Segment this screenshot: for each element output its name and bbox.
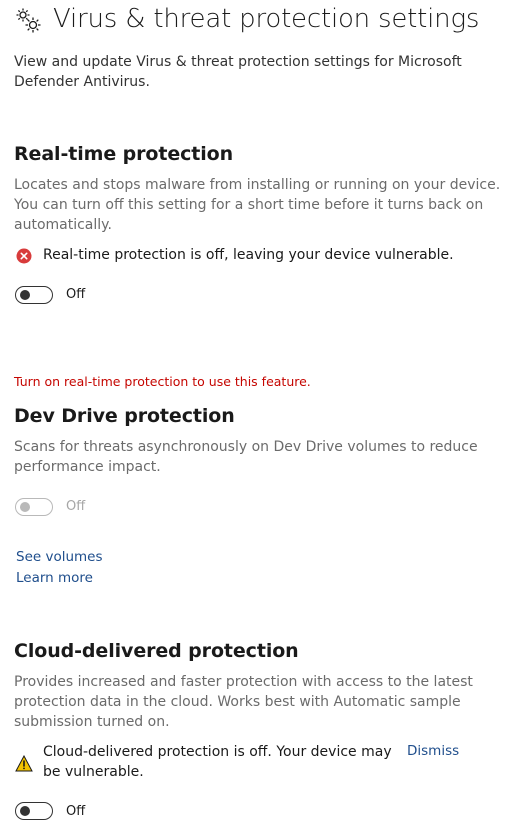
page-description: View and update Virus & threat protectio… [14, 54, 462, 90]
dismiss-button[interactable]: Dismiss [407, 743, 459, 759]
cloud-delivered-protection-description: Provides increased and faster protection… [14, 674, 473, 730]
toggle-knob [20, 806, 30, 816]
cloud-delivered-protection-toggle-label: Off [66, 804, 86, 819]
section-title-dev-drive-protection: Dev Drive protection [14, 405, 235, 427]
dev-drive-protection-description: Scans for threats asynchronously on Dev … [14, 439, 478, 475]
page-title: Virus & threat protection settings [53, 4, 480, 34]
cloud-delivered-protection-status: Cloud-delivered protection is off. Your … [43, 744, 392, 780]
dev-drive-protection-toggle [15, 498, 53, 516]
realtime-protection-toggle[interactable] [15, 286, 53, 304]
settings-gears-icon [14, 6, 44, 36]
dev-drive-protection-toggle-label: Off [66, 499, 86, 514]
section-title-cloud-delivered-protection: Cloud-delivered protection [14, 640, 299, 662]
realtime-protection-description: Locates and stops malware from installin… [14, 177, 501, 233]
learn-more-link[interactable]: Learn more [16, 570, 93, 586]
see-volumes-link[interactable]: See volumes [16, 549, 103, 565]
cloud-delivered-protection-toggle[interactable] [15, 802, 53, 820]
dev-drive-requirement-warning: Turn on real-time protection to use this… [14, 374, 311, 389]
toggle-knob [20, 290, 30, 300]
section-title-realtime-protection: Real-time protection [14, 143, 234, 165]
realtime-protection-toggle-label: Off [66, 287, 86, 302]
error-icon [16, 248, 32, 264]
toggle-knob [20, 502, 30, 512]
realtime-protection-status: Real-time protection is off, leaving you… [43, 247, 454, 263]
warning-icon [15, 754, 33, 772]
